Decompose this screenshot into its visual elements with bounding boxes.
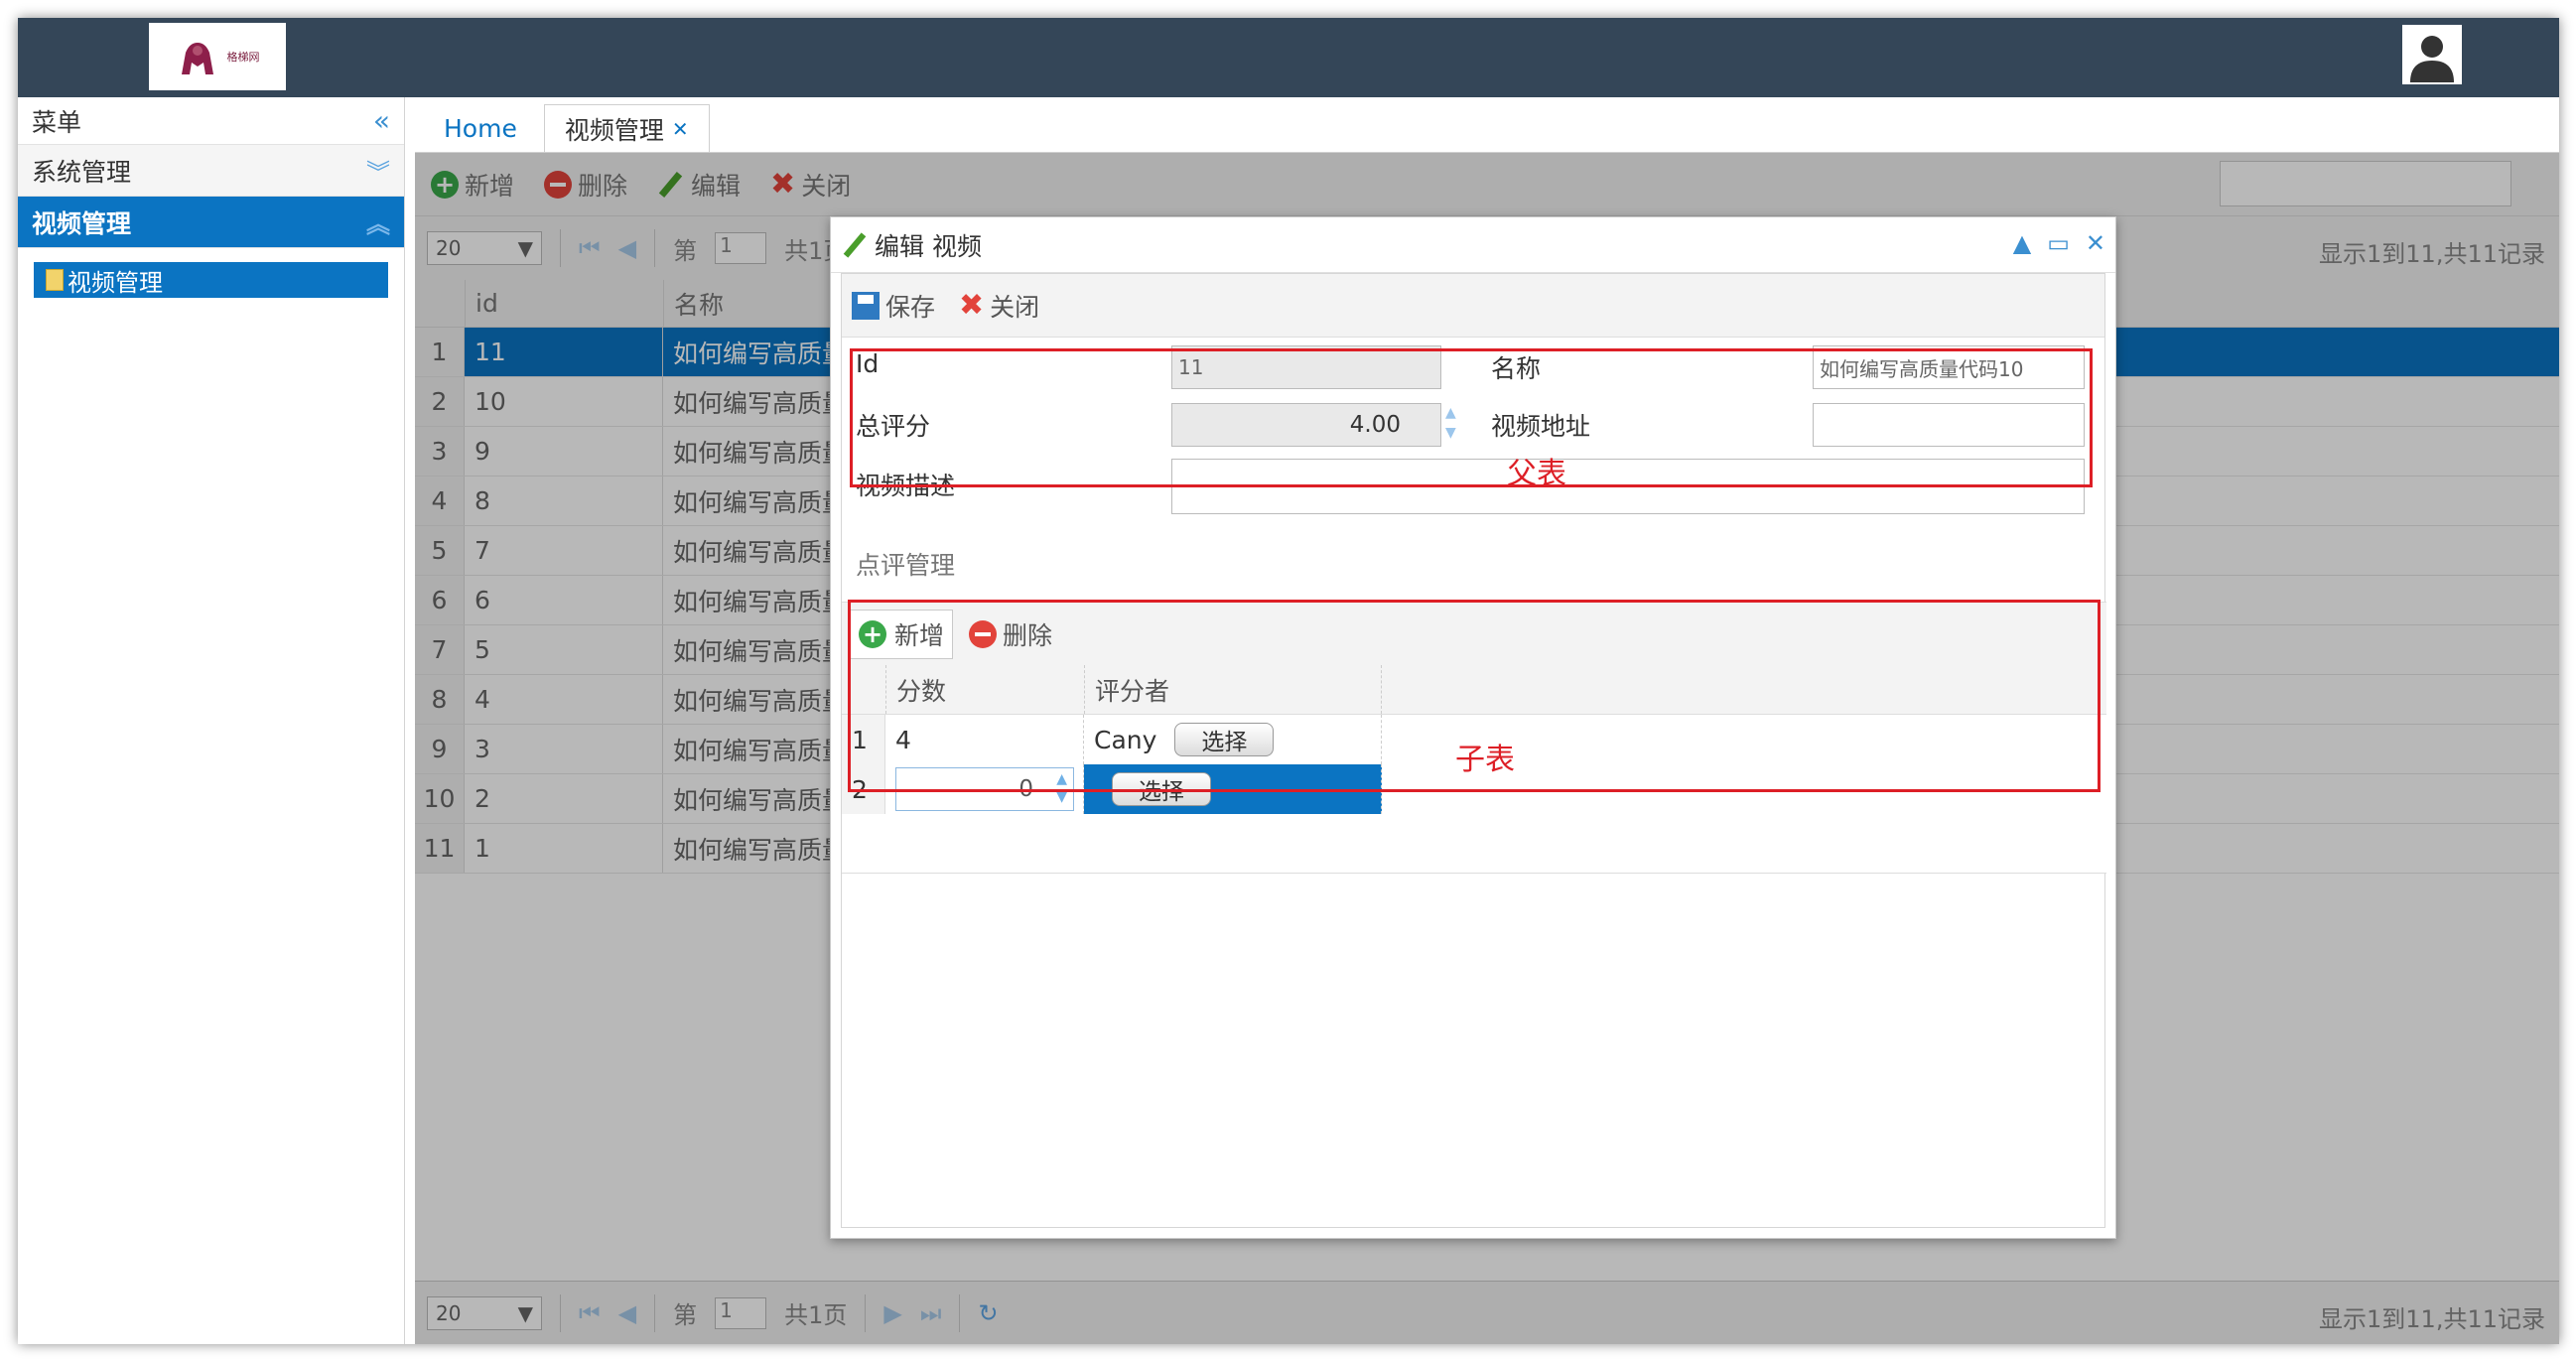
close-tab-icon[interactable]: ✕ [672,117,689,141]
collapse-icon[interactable]: ▲ [2013,229,2031,257]
sidebar: 菜单 « 系统管理 ︾ 视频管理 ︽ 视频管理 [18,97,405,1344]
dialog-toolbar: 保存 ✖ 关闭 [842,274,2104,338]
pencil-icon [841,231,869,259]
top-header: 格梯网 [18,18,2559,97]
tab-label: Home [444,114,517,143]
gorilla-logo-icon [181,43,213,74]
dialog-title: 编辑 视频 [875,231,982,261]
close-x-icon: ✖ [959,287,985,323]
review-section-label: 点评管理 [856,551,956,580]
dialog-window-tools: ▲ ▭ ✕ [2013,229,2105,257]
tab-label: 视频管理 [564,115,664,145]
child-annotation: 子表 [1455,743,1515,777]
close-label: 关闭 [990,292,1040,322]
sidebar-group-label: 视频管理 [32,208,132,238]
collapse-chevron-icon: ︽ [366,210,390,238]
collapse-sidebar-icon[interactable]: « [373,104,390,137]
parent-annotation: 父表 [1507,457,1566,491]
user-icon [2404,27,2460,82]
logo: 格梯网 [149,23,286,90]
expand-chevron-icon: ︾ [366,159,390,187]
maximize-icon[interactable]: ▭ [2047,229,2070,257]
sidebar-group-label: 系统管理 [32,157,132,187]
sidebar-item-video-management[interactable]: 视频管理 [34,262,388,298]
sidebar-header: 菜单 « [18,97,404,145]
tab-home[interactable]: Home [423,104,538,152]
dialog-close-button[interactable]: ✖ 关闭 [959,288,1039,324]
user-avatar[interactable] [2402,25,2462,84]
logo-text: 格梯网 [226,51,260,64]
save-disk-icon [852,291,880,320]
app-window: 格梯网 菜单 « 系统管理 ︾ 视频管理 ︽ 视频管理 Home 视频管理 ✕ … [18,18,2559,1344]
document-icon [46,269,64,291]
save-button[interactable]: 保存 [852,288,935,324]
tab-bar: Home 视频管理 ✕ [415,97,2559,153]
sidebar-title: 菜单 [32,107,82,137]
tab-video-management[interactable]: 视频管理 ✕ [543,104,710,152]
dialog-header[interactable]: 编辑 视频 ▲ ▭ ✕ [831,217,2115,273]
sidebar-group-video[interactable]: 视频管理 ︽ [18,197,404,248]
save-label: 保存 [885,292,936,322]
sidebar-group-system[interactable]: 系统管理 ︾ [18,145,404,197]
close-icon[interactable]: ✕ [2086,229,2105,257]
parent-table-highlight [850,348,2093,487]
sidebar-item-label: 视频管理 [68,268,163,297]
